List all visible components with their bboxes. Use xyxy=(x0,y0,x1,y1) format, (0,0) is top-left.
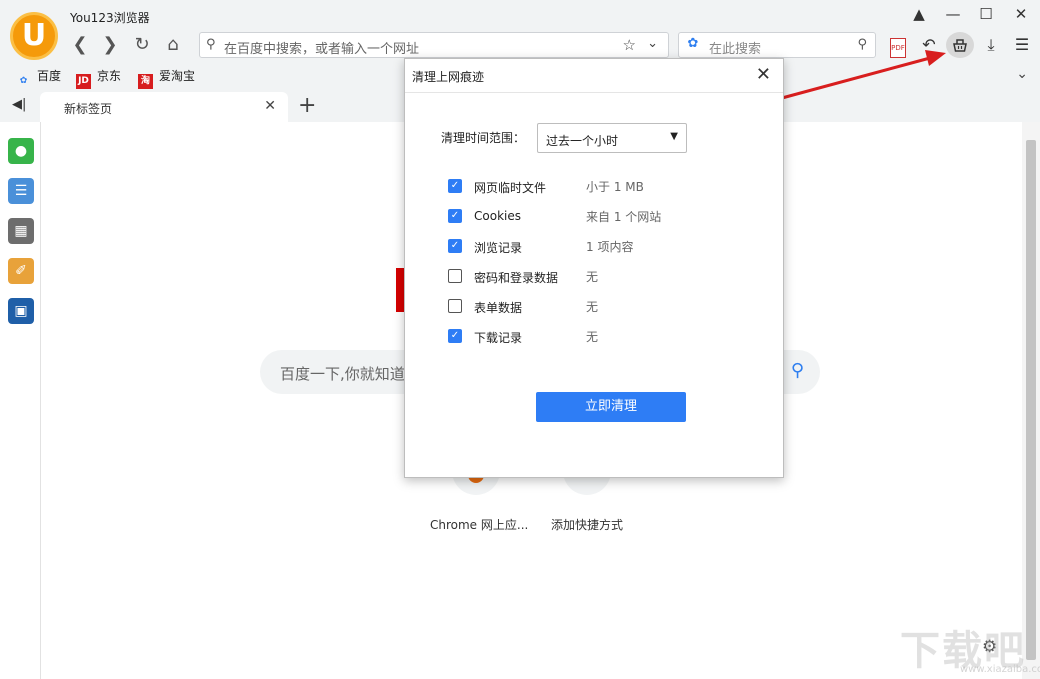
search-placeholder: 在此搜索 xyxy=(709,38,761,57)
checkbox[interactable]: ✓ xyxy=(448,209,462,223)
back-button[interactable]: ❮ xyxy=(67,33,93,57)
close-icon[interactable]: ✕ xyxy=(756,64,771,85)
app-title: You123浏览器 xyxy=(70,9,150,26)
broom-basket-icon xyxy=(951,36,969,54)
pdf-tool-button[interactable]: PDF xyxy=(884,32,912,58)
tab-label: 新标签页 xyxy=(64,100,112,117)
forward-button[interactable]: ❯ xyxy=(97,33,123,57)
baidu-paw-icon: ✿ xyxy=(16,74,31,89)
scrollbar-thumb[interactable] xyxy=(1026,140,1036,660)
minimize-icon[interactable]: — xyxy=(940,2,966,26)
menu-button[interactable]: ☰ xyxy=(1008,32,1036,58)
bookmark-baidu[interactable]: ✿ 百度 xyxy=(16,67,61,89)
calculator-icon[interactable]: ▦ xyxy=(8,218,34,244)
baidu-paw-icon[interactable]: ✿ xyxy=(684,36,702,54)
search-icon: ⚲ xyxy=(206,37,216,52)
checkbox[interactable]: ✓ xyxy=(448,179,462,193)
checkbox[interactable] xyxy=(448,269,462,283)
time-range-value: 过去一个小时 xyxy=(546,132,618,149)
pdf-icon: PDF xyxy=(890,38,906,58)
sidebar-toggle-icon[interactable]: ◀| xyxy=(12,97,26,112)
option-size: 1 项内容 xyxy=(586,238,633,255)
reload-button[interactable]: ↻ xyxy=(129,33,155,57)
option-label: 网页临时文件 xyxy=(474,179,546,196)
watermark-url: www.xiazaiba.com xyxy=(960,664,1040,675)
undo-close-tab-button[interactable]: ↶ xyxy=(915,32,943,58)
time-range-select[interactable]: 过去一个小时 ▼ xyxy=(537,123,687,153)
clear-now-button[interactable]: 立即清理 xyxy=(536,392,686,422)
bookmark-label: 京东 xyxy=(97,69,121,83)
option-size: 无 xyxy=(586,268,598,285)
clear-history-dialog: 清理上网痕迹 ✕ 清理时间范围： 过去一个小时 ▼ ✓ 网页临时文件 小于 1 … xyxy=(404,58,784,478)
tab-close-icon[interactable]: ✕ xyxy=(264,98,276,114)
tab-new-tab[interactable]: 新标签页 ✕ xyxy=(40,92,288,122)
clear-history-button[interactable] xyxy=(946,32,974,58)
option-size: 小于 1 MB xyxy=(586,178,644,195)
checkbox[interactable] xyxy=(448,299,462,313)
home-button[interactable]: ⌂ xyxy=(160,33,186,57)
sidebar: ● ☰ ▦ ✐ ▣ xyxy=(0,122,41,679)
option-label: 表单数据 xyxy=(474,299,522,316)
address-bar[interactable]: ⚲ 在百度中搜索，或者输入一个网址 ☆ ⌄ xyxy=(199,32,669,58)
new-tab-button[interactable]: + xyxy=(298,93,316,118)
monitor-icon[interactable]: ▣ xyxy=(8,298,34,324)
option-label: 下载记录 xyxy=(474,329,522,346)
you123-logo-icon: U xyxy=(10,12,58,60)
bookmark-label: 百度 xyxy=(37,69,61,83)
shortcut-label[interactable]: 添加快捷方式 xyxy=(551,516,623,533)
dropdown-caret-icon: ▼ xyxy=(670,131,678,142)
jd-icon: JD xyxy=(76,74,91,89)
bookmark-jd[interactable]: JD 京东 xyxy=(76,67,121,89)
maximize-icon[interactable]: ☐ xyxy=(973,2,999,26)
download-button[interactable]: ⤓ xyxy=(977,32,1005,58)
newtab-search-placeholder: 百度一下,你就知道 xyxy=(280,363,405,384)
bookmark-label: 爱淘宝 xyxy=(159,69,195,83)
search-icon[interactable]: ⚲ xyxy=(791,360,804,381)
checkbox[interactable]: ✓ xyxy=(448,329,462,343)
shortcut-label[interactable]: Chrome 网上应... xyxy=(430,516,528,533)
wechat-icon[interactable]: ● xyxy=(8,138,34,164)
bookmarks-overflow-icon[interactable]: ⌄ xyxy=(1016,66,1028,82)
time-range-label: 清理时间范围： xyxy=(441,129,525,146)
option-size: 无 xyxy=(586,328,598,345)
option-label: 浏览记录 xyxy=(474,239,522,256)
option-size: 来自 1 个网站 xyxy=(586,208,661,225)
skin-icon[interactable]: ▲ xyxy=(906,2,932,26)
address-placeholder: 在百度中搜索，或者输入一个网址 xyxy=(224,38,419,57)
dialog-title: 清理上网痕迹 xyxy=(412,68,484,85)
option-label: 密码和登录数据 xyxy=(474,269,558,286)
taobao-icon: 淘 xyxy=(138,74,153,89)
close-window-icon[interactable]: ✕ xyxy=(1008,2,1034,26)
notepad-icon[interactable]: ☰ xyxy=(8,178,34,204)
chevron-down-icon[interactable]: ⌄ xyxy=(647,36,658,51)
checkbox[interactable]: ✓ xyxy=(448,239,462,253)
paint-palette-icon[interactable]: ✐ xyxy=(8,258,34,284)
option-size: 无 xyxy=(586,298,598,315)
search-icon[interactable]: ⚲ xyxy=(857,37,867,52)
bookmark-star-icon[interactable]: ☆ xyxy=(623,36,636,54)
bookmark-taobao[interactable]: 淘爱淘宝 xyxy=(138,67,195,89)
vertical-scrollbar[interactable] xyxy=(1022,122,1040,679)
option-label: Cookies xyxy=(474,209,521,223)
search-engine-box[interactable]: ✿ 在此搜索 ⚲ xyxy=(678,32,876,58)
